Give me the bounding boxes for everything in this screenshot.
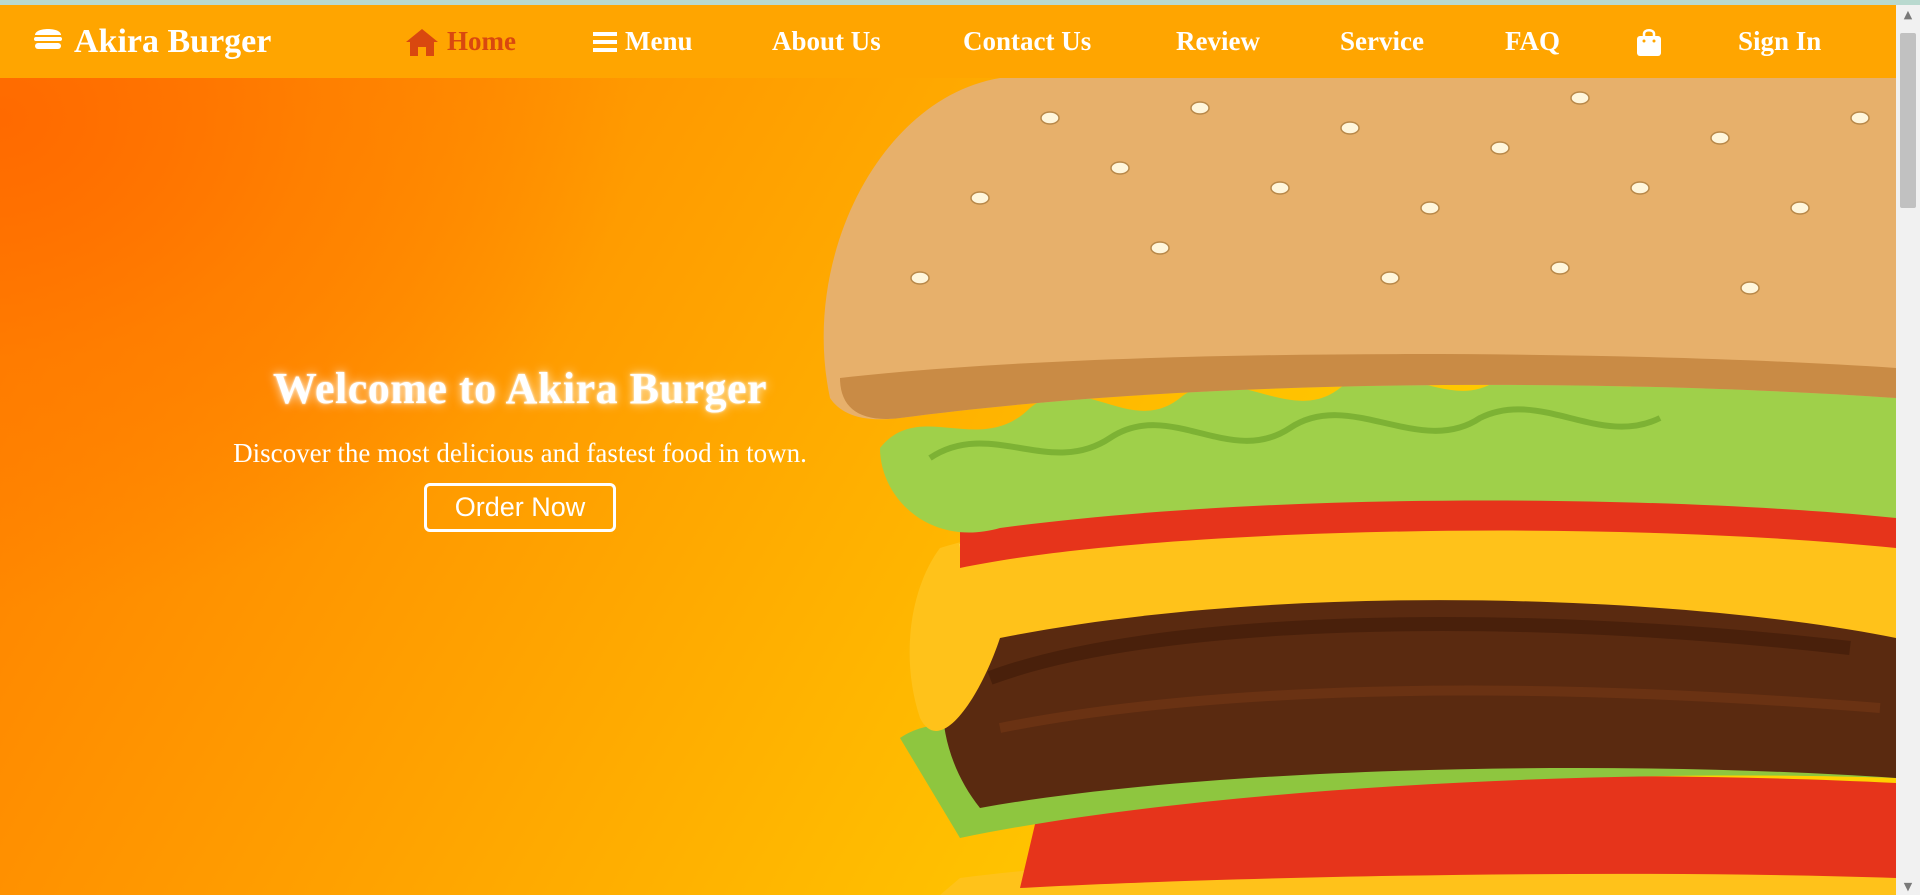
- order-now-button[interactable]: Order Now: [423, 483, 617, 532]
- nav-about-label: About Us: [772, 26, 881, 56]
- cart-button[interactable]: [1636, 5, 1662, 78]
- scroll-up-arrow-icon[interactable]: ▲: [1896, 5, 1920, 23]
- nav-review[interactable]: Review: [1176, 5, 1260, 78]
- nav-home-label: Home: [447, 26, 516, 56]
- nav-home[interactable]: Home: [405, 5, 516, 78]
- hero-subtitle: Discover the most delicious and fastest …: [233, 438, 807, 468]
- nav-signin-label: Sign In: [1738, 26, 1822, 56]
- vertical-scrollbar[interactable]: ▲ ▼: [1896, 5, 1920, 895]
- brand-name: Akira Burger: [74, 22, 272, 60]
- scroll-thumb[interactable]: [1900, 33, 1916, 208]
- nav-review-label: Review: [1176, 26, 1260, 56]
- nav-faq[interactable]: FAQ: [1505, 5, 1560, 78]
- nav-service-label: Service: [1340, 26, 1424, 56]
- bars-icon: [593, 30, 617, 54]
- nav-sign-in[interactable]: Sign In: [1738, 5, 1821, 78]
- nav-contact-label: Contact Us: [963, 26, 1092, 56]
- hero-section: Welcome to Akira Burger Discover the mos…: [0, 78, 1896, 895]
- hero-text-block: Welcome to Akira Burger Discover the mos…: [200, 363, 840, 532]
- nav-contact-us[interactable]: Contact Us: [963, 5, 1091, 78]
- burger-icon: [32, 21, 64, 62]
- scroll-down-arrow-icon[interactable]: ▼: [1896, 877, 1920, 895]
- house-icon: [405, 27, 439, 57]
- nav-faq-label: FAQ: [1505, 26, 1560, 56]
- shopping-bag-icon: [1636, 27, 1662, 57]
- main-navbar: Akira Burger Home Menu About Us Contact …: [0, 5, 1896, 78]
- hero-title: Welcome to Akira Burger: [272, 364, 768, 413]
- nav-menu-label: Menu: [625, 26, 693, 56]
- nav-menu[interactable]: Menu: [593, 5, 693, 78]
- nav-about-us[interactable]: About Us: [772, 5, 881, 78]
- brand-logo[interactable]: Akira Burger: [32, 5, 271, 78]
- nav-service[interactable]: Service: [1340, 5, 1424, 78]
